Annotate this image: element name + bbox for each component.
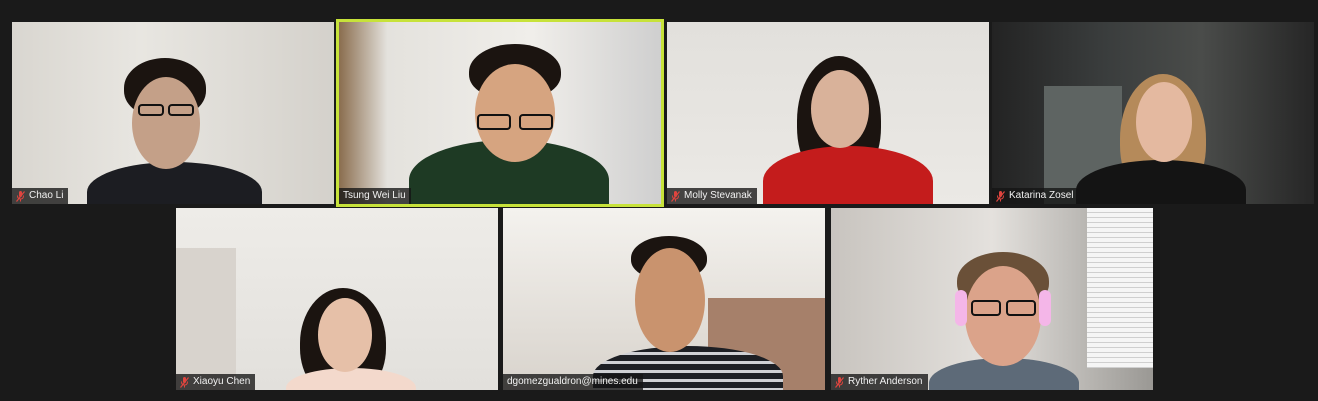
participant-name: Ryther Anderson xyxy=(848,376,923,387)
participant-name: dgomezgualdron@mines.edu xyxy=(507,376,638,387)
participant-name: Molly Stevanak xyxy=(684,190,752,201)
video-tile-chao-li[interactable]: Chao Li xyxy=(12,22,334,204)
microphone-muted-icon xyxy=(996,190,1005,202)
video-tile-tsung-wei-liu[interactable]: Tsung Wei Liu xyxy=(336,19,664,207)
participant-name-tag: Tsung Wei Liu xyxy=(339,188,411,204)
microphone-muted-icon xyxy=(180,376,189,388)
participant-name-tag: dgomezgualdron@mines.edu xyxy=(503,374,643,390)
video-tile-molly-stevanak[interactable]: Molly Stevanak xyxy=(667,22,989,204)
microphone-muted-icon xyxy=(835,376,844,388)
headphones xyxy=(1039,290,1051,326)
participant-name: Chao Li xyxy=(29,190,64,201)
participant-name-tag: Xiaoyu Chen xyxy=(176,374,256,390)
participant-name: Xiaoyu Chen xyxy=(193,376,251,387)
microphone-muted-icon xyxy=(671,190,680,202)
window-blinds xyxy=(1087,208,1153,368)
microphone-muted-icon xyxy=(16,190,25,202)
video-tile-dgomezgualdron[interactable]: dgomezgualdron@mines.edu xyxy=(503,208,825,390)
participant-name-tag: Molly Stevanak xyxy=(667,188,757,204)
participant-name-tag: Ryther Anderson xyxy=(831,374,928,390)
video-tile-ryther-anderson[interactable]: Ryther Anderson xyxy=(831,208,1153,390)
headphones xyxy=(955,290,967,326)
participant-name: Katarina Zosel xyxy=(1009,190,1074,201)
wall xyxy=(176,248,236,390)
participant-name-tag: Chao Li xyxy=(12,188,69,204)
video-tile-xiaoyu-chen[interactable]: Xiaoyu Chen xyxy=(176,208,498,390)
participant-name-tag: Katarina Zosel xyxy=(992,188,1079,204)
video-tile-katarina-zosel[interactable]: Katarina Zosel xyxy=(992,22,1314,204)
participant-name: Tsung Wei Liu xyxy=(343,190,406,201)
